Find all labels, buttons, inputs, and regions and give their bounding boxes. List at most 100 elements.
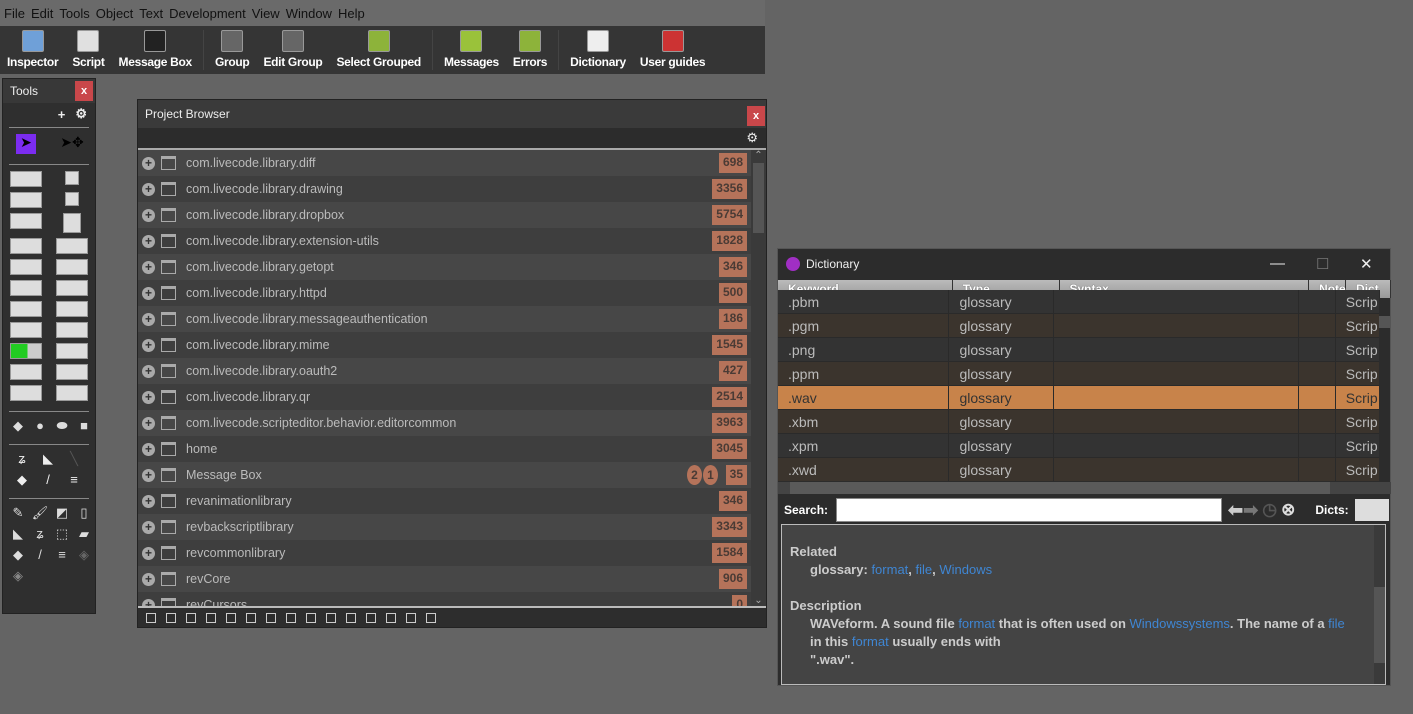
horizontal-scrollbar[interactable]: [778, 482, 1391, 494]
menu-development[interactable]: Development: [169, 6, 246, 21]
image-tool-icon[interactable]: [10, 385, 42, 401]
player-tool-icon[interactable]: [56, 364, 88, 380]
align-top-icon[interactable]: [166, 612, 176, 623]
spray-icon[interactable]: ▯: [80, 505, 87, 521]
project-row[interactable]: + revbackscriptlibrary 3343: [138, 514, 752, 540]
project-row[interactable]: + com.livecode.library.messageauthenticat…: [138, 306, 752, 332]
pattern2-icon[interactable]: ◈: [13, 568, 23, 584]
related-link[interactable]: Windows: [939, 562, 992, 577]
scrolling-field-tool-icon[interactable]: [10, 259, 42, 275]
oval-shape-icon[interactable]: ●: [36, 418, 44, 434]
history-icon[interactable]: ◷: [1262, 500, 1277, 520]
expand-icon[interactable]: +: [142, 546, 155, 560]
group-button[interactable]: Group: [208, 30, 257, 74]
same-height-icon[interactable]: [326, 612, 336, 623]
inspector-button[interactable]: Inspector: [0, 30, 65, 74]
expand-icon[interactable]: +: [142, 260, 155, 274]
paint-width-icon[interactable]: ≡: [58, 547, 66, 563]
menu-object[interactable]: Object: [96, 6, 134, 21]
delete-icon[interactable]: [426, 612, 436, 623]
project-row[interactable]: + Message Box 35 2 1: [138, 462, 752, 488]
expand-icon[interactable]: +: [142, 416, 155, 430]
combo-box-tool-icon[interactable]: [10, 322, 42, 338]
expand-icon[interactable]: +: [142, 390, 155, 404]
project-row[interactable]: + com.livecode.library.oauth2 427: [138, 358, 752, 384]
align-left-icon[interactable]: [146, 612, 156, 623]
project-row[interactable]: + com.livecode.library.mime 1545: [138, 332, 752, 358]
rectangle-field-tool-icon[interactable]: [10, 213, 42, 229]
detail-scrollbar[interactable]: [1374, 525, 1385, 684]
line-width-icon[interactable]: ≡: [70, 472, 78, 488]
vertical-scrollbar[interactable]: [1379, 298, 1390, 481]
distribute-h-icon[interactable]: [266, 612, 276, 623]
same-width-icon[interactable]: [346, 612, 356, 623]
list-field-tool-icon[interactable]: [10, 280, 42, 296]
user-guides-button[interactable]: User guides: [633, 30, 712, 74]
center-icon[interactable]: [306, 612, 316, 623]
link-windows[interactable]: Windowssystems: [1130, 616, 1230, 631]
progress-bar-tool-icon[interactable]: [10, 343, 42, 359]
dictionary-row[interactable]: .xwd glossary Scrip: [778, 458, 1380, 481]
close-button[interactable]: ✕: [1360, 255, 1373, 273]
clear-icon[interactable]: ⊗: [1281, 500, 1295, 520]
project-row[interactable]: + com.livecode.library.extension-utils 182…: [138, 228, 752, 254]
stepper-tool-icon[interactable]: [10, 364, 42, 380]
pointer-tool-icon[interactable]: ➤✥: [60, 134, 83, 154]
polygon-shape-icon[interactable]: ◆: [13, 418, 23, 434]
paint-fill-icon[interactable]: ◆: [13, 547, 23, 563]
slider-tool-icon[interactable]: [56, 343, 88, 359]
tab-panel-tool-icon[interactable]: [56, 301, 88, 317]
default-button-tool-icon[interactable]: [10, 192, 42, 208]
label-tool-icon[interactable]: [10, 238, 42, 254]
graphic-tool-icon[interactable]: [56, 385, 88, 401]
project-browser-close-button[interactable]: x: [747, 106, 765, 126]
button-tool-icon[interactable]: [10, 171, 42, 187]
expand-icon[interactable]: +: [142, 520, 155, 534]
link-format[interactable]: format: [958, 616, 995, 631]
pattern-icon[interactable]: ◈: [79, 547, 89, 563]
errors-button[interactable]: Errors: [506, 30, 554, 74]
text-field-tool-icon[interactable]: [56, 238, 88, 254]
duplicate-icon[interactable]: [406, 612, 416, 623]
expand-icon[interactable]: +: [142, 494, 155, 508]
dictionary-row[interactable]: .png glossary Scrip: [778, 338, 1380, 362]
paint-polygon-icon[interactable]: ◣: [13, 526, 23, 542]
messages-button[interactable]: Messages: [437, 30, 506, 74]
expand-icon[interactable]: +: [142, 468, 155, 482]
dictionary-row[interactable]: .ppm glossary Scrip: [778, 362, 1380, 386]
option-menu-tool-icon[interactable]: [10, 301, 42, 317]
maximize-button[interactable]: ☐: [1316, 255, 1329, 273]
expand-icon[interactable]: +: [142, 156, 155, 170]
align-bottom-icon[interactable]: [206, 612, 216, 623]
brush-icon[interactable]: 🖌: [32, 505, 49, 521]
dictionary-row[interactable]: .xpm glossary Scrip: [778, 434, 1380, 458]
project-row[interactable]: + com.livecode.library.diff 698: [138, 150, 752, 176]
message-box-button[interactable]: Message Box: [112, 30, 199, 74]
dictionary-row[interactable]: .wav glossary Scrip: [778, 386, 1380, 410]
back-arrow-icon[interactable]: ⬅: [1228, 500, 1243, 521]
menu-view[interactable]: View: [252, 6, 280, 21]
project-row[interactable]: + home 3045: [138, 436, 752, 462]
pen-icon[interactable]: /: [46, 472, 50, 488]
dictionary-row[interactable]: .pgm glossary Scrip: [778, 314, 1380, 338]
data-grid-tool-icon[interactable]: [56, 280, 88, 296]
script-button[interactable]: Script: [65, 30, 111, 74]
bucket-icon[interactable]: ◩: [56, 505, 68, 521]
forward-arrow-icon[interactable]: ➡: [1243, 500, 1258, 521]
dictionary-row[interactable]: .pbm glossary Scrip: [778, 290, 1380, 314]
expand-icon[interactable]: +: [142, 572, 155, 586]
expand-icon[interactable]: +: [142, 338, 155, 352]
eraser-icon[interactable]: ▰: [79, 526, 89, 542]
link-format[interactable]: format: [852, 634, 889, 649]
radio-button-tool-icon[interactable]: [65, 192, 79, 206]
menu-file[interactable]: File: [4, 6, 25, 21]
rectangle-shape-icon[interactable]: ■: [80, 418, 88, 434]
new-stack-icon[interactable]: [366, 612, 376, 623]
project-row[interactable]: + revcommonlibrary 1584: [138, 540, 752, 566]
tools-close-button[interactable]: x: [75, 81, 93, 101]
menu-help[interactable]: Help: [338, 6, 365, 21]
edit-group-button[interactable]: Edit Group: [256, 30, 329, 74]
project-row[interactable]: + com.livecode.library.drawing 3356: [138, 176, 752, 202]
menu-window[interactable]: Window: [286, 6, 332, 21]
select-rect-icon[interactable]: ⬚: [56, 526, 68, 542]
